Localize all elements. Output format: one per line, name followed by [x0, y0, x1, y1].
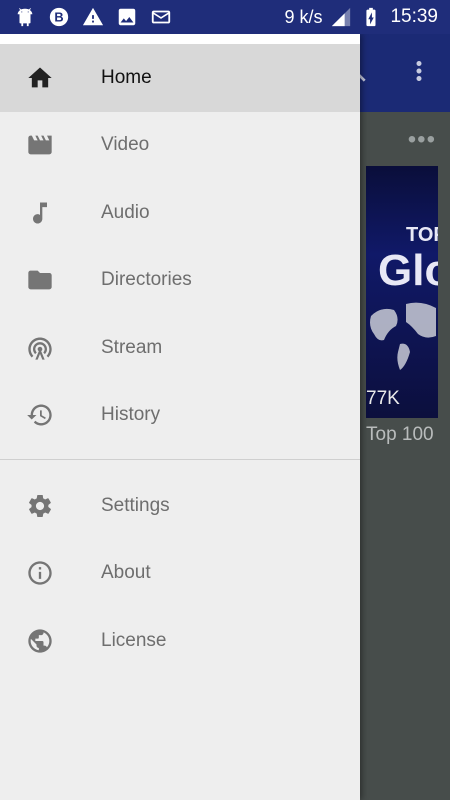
network-speed: 9 k/s [284, 6, 323, 27]
overflow-menu-icon[interactable] [404, 56, 434, 86]
drawer-item-video[interactable]: Video [0, 112, 360, 180]
clock: 15:39 [390, 6, 438, 27]
drawer-item-label: License [101, 629, 167, 651]
history-icon [26, 401, 54, 429]
view-count: 77K [366, 388, 400, 409]
drawer-item-label: Audio [101, 201, 150, 223]
drawer-item-label: Stream [101, 336, 163, 358]
navigation-drawer: Home Video Audio Directories Stream Hist… [0, 34, 360, 800]
svg-text:B: B [54, 10, 63, 25]
drawer-divider [0, 459, 360, 460]
drawer-item-label: About [101, 562, 151, 584]
home-icon [26, 64, 54, 92]
video-thumbnail[interactable]: TOP Glo 77K [366, 166, 438, 418]
music-note-icon [26, 199, 54, 227]
mail-icon [150, 6, 172, 28]
drawer-item-label: Directories [101, 269, 192, 291]
b-badge-icon: B [48, 6, 70, 28]
video-title[interactable]: Top 100 [366, 424, 434, 446]
drawer-item-audio[interactable]: Audio [0, 179, 360, 247]
thumbnail-overlay-line2: Glo [378, 246, 438, 295]
drawer-item-settings[interactable]: Settings [0, 472, 360, 540]
drawer-item-label: History [101, 404, 161, 426]
world-map-image [370, 302, 436, 370]
drawer-item-label: Video [101, 134, 150, 156]
video-clapper-icon [26, 131, 54, 159]
drawer-item-label: Settings [101, 494, 170, 516]
drawer-item-home[interactable]: Home [0, 44, 360, 112]
drawer-item-about[interactable]: About [0, 540, 360, 608]
status-bar: B 9 k/s 15:39 [0, 0, 450, 34]
battery-charging-icon [360, 6, 382, 28]
stream-antenna-icon [26, 334, 54, 362]
warning-icon [82, 6, 104, 28]
globe-icon [26, 627, 54, 655]
drawer-item-directories[interactable]: Directories [0, 247, 360, 315]
drawer-item-label: Home [101, 66, 152, 88]
drawer-item-stream[interactable]: Stream [0, 314, 360, 382]
folder-icon [26, 266, 54, 294]
drawer-item-history[interactable]: History [0, 382, 360, 450]
drawer-item-license[interactable]: License [0, 607, 360, 675]
drawer-header [0, 34, 360, 44]
gear-icon [26, 492, 54, 520]
more-indicator[interactable]: ••• [408, 126, 436, 154]
info-icon [26, 559, 54, 587]
signal-icon [330, 6, 352, 28]
thumbnail-overlay-line1: TOP [406, 224, 438, 246]
image-icon [116, 6, 138, 28]
android-icon [14, 6, 36, 28]
